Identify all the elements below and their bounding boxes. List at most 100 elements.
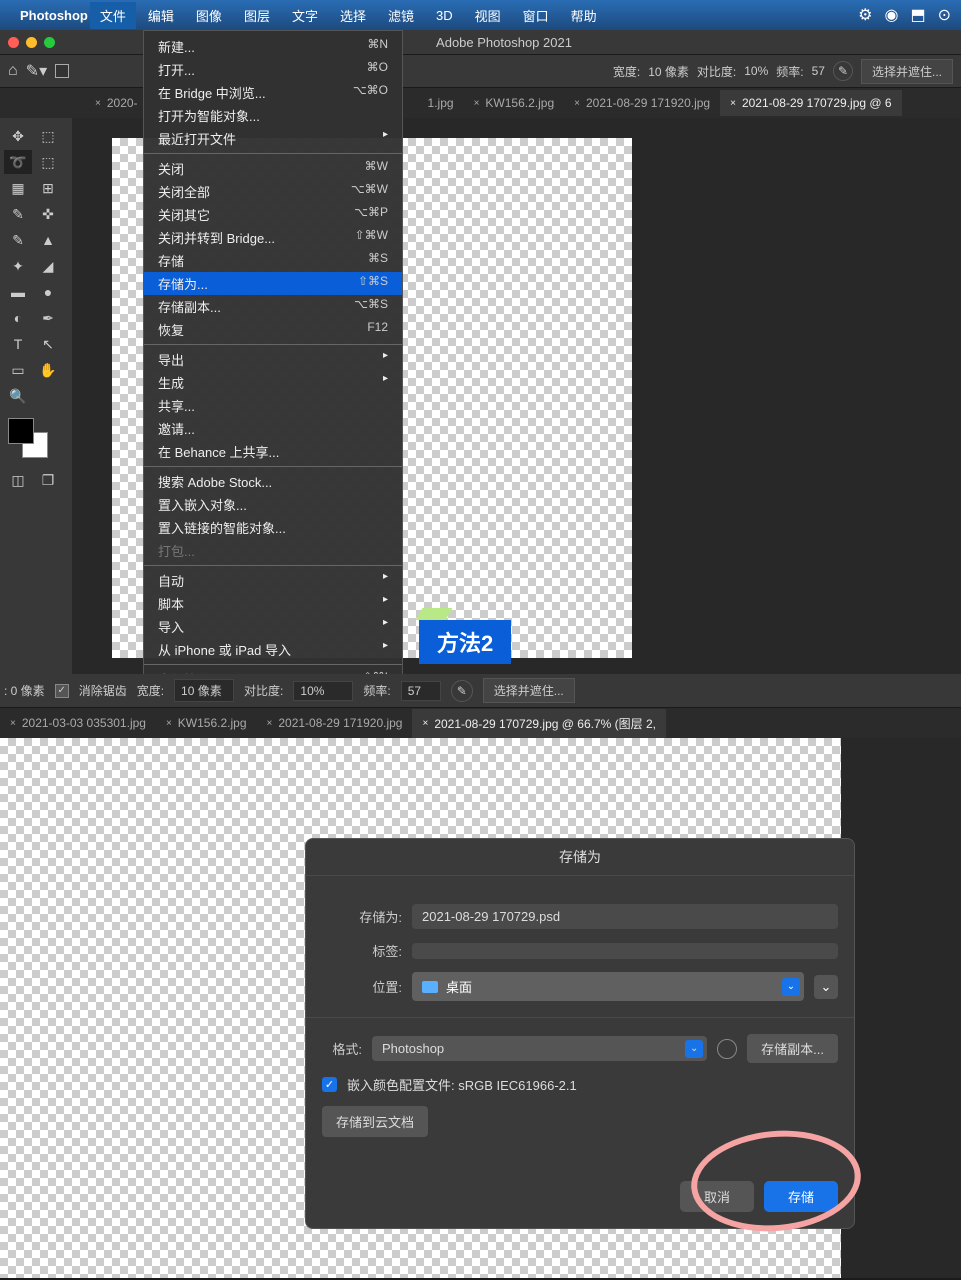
- menu-smartobj[interactable]: 打开为智能对象...: [144, 104, 402, 127]
- dropdown-icon[interactable]: ⌄: [782, 978, 800, 996]
- freq-input[interactable]: 57: [401, 681, 441, 701]
- menu-revert[interactable]: 恢复F12: [144, 318, 402, 341]
- menu-open[interactable]: 打开...⌘O: [144, 58, 402, 81]
- cloud-save-button[interactable]: 存储到云文档: [322, 1106, 428, 1137]
- menu-closebridge[interactable]: 关闭并转到 Bridge...⇧⌘W: [144, 226, 402, 249]
- menu-layer[interactable]: 图层: [234, 2, 280, 29]
- contrast-input[interactable]: 10%: [293, 681, 353, 701]
- menu-closeother[interactable]: 关闭其它⌥⌘P: [144, 203, 402, 226]
- tab-doc-active[interactable]: ×2021-08-29 170729.jpg @ 66.7% (图层 2,: [412, 709, 666, 738]
- canvas-2[interactable]: 存储为 存储为: 2021-08-29 170729.psd 标签: 位置: 桌…: [0, 738, 841, 1278]
- menu-placelink[interactable]: 置入链接的智能对象...: [144, 516, 402, 539]
- menu-savecopy[interactable]: 存储副本...⌥⌘S: [144, 295, 402, 318]
- menu-scripts[interactable]: 脚本: [144, 592, 402, 615]
- tab-doc[interactable]: ×KW156.2.jpg: [156, 710, 257, 736]
- history-brush-icon[interactable]: ✦: [4, 254, 32, 278]
- brush-tool-icon[interactable]: ✎: [4, 228, 32, 252]
- menu-filter[interactable]: 滤镜: [378, 2, 424, 29]
- blur-tool-icon[interactable]: ●: [34, 280, 62, 304]
- app-name[interactable]: Photoshop: [20, 8, 88, 23]
- sync-icon[interactable]: ◉: [885, 5, 899, 25]
- menu-generate[interactable]: 生成: [144, 371, 402, 394]
- screenmode-icon[interactable]: ❐: [34, 468, 62, 492]
- menu-saveas[interactable]: 存储为...⇧⌘S: [144, 272, 402, 295]
- contrast-value[interactable]: 10%: [744, 64, 768, 78]
- menu-bridge[interactable]: 在 Bridge 中浏览...⌥⌘O: [144, 81, 402, 104]
- tab-doc[interactable]: ×2021-08-29 171920.jpg: [257, 710, 413, 736]
- pen-pressure-icon[interactable]: ✎: [451, 680, 473, 702]
- color-swatch[interactable]: [8, 418, 48, 458]
- location-select[interactable]: 桌面 ⌄: [412, 972, 804, 1001]
- menu-stock[interactable]: 搜索 Adobe Stock...: [144, 470, 402, 493]
- menu-close[interactable]: 关闭⌘W: [144, 157, 402, 180]
- heal-tool-icon[interactable]: ✜: [34, 202, 62, 226]
- dodge-tool-icon[interactable]: ◐: [4, 306, 32, 330]
- close-window-icon[interactable]: [8, 37, 19, 48]
- menu-behance[interactable]: 在 Behance 上共享...: [144, 440, 402, 463]
- maximize-window-icon[interactable]: [44, 37, 55, 48]
- cancel-button[interactable]: 取消: [680, 1181, 754, 1212]
- save-copy-button[interactable]: 存储副本...: [747, 1034, 838, 1063]
- shape-tool-icon[interactable]: ▭: [4, 358, 32, 382]
- lasso-tool-icon[interactable]: ➰: [4, 150, 32, 174]
- stamp-tool-icon[interactable]: ▲: [34, 228, 62, 252]
- antialias-checkbox[interactable]: ✓: [55, 684, 69, 698]
- select-mask-button[interactable]: 选择并遮住...: [483, 678, 575, 703]
- tags-input[interactable]: [412, 943, 838, 959]
- marquee-tool-icon[interactable]: ⬚: [34, 124, 62, 148]
- pen-tool-icon[interactable]: ✒: [34, 306, 62, 330]
- tool-preset-icon[interactable]: ✎▾: [26, 61, 47, 81]
- zoom-tool-icon[interactable]: 🔍: [4, 384, 32, 408]
- path-tool-icon[interactable]: ↖: [34, 332, 62, 356]
- menu-closeall[interactable]: 关闭全部⌥⌘W: [144, 180, 402, 203]
- tab-doc[interactable]: 1.jpg: [418, 90, 464, 116]
- menu-save[interactable]: 存储⌘S: [144, 249, 402, 272]
- home-icon[interactable]: ⌂: [8, 62, 18, 80]
- menu-view[interactable]: 视图: [465, 2, 511, 29]
- menu-invite[interactable]: 邀请...: [144, 417, 402, 440]
- eyedropper-tool-icon[interactable]: ✎: [4, 202, 32, 226]
- menu-help[interactable]: 帮助: [561, 2, 607, 29]
- menu-auto[interactable]: 自动: [144, 569, 402, 592]
- wand-tool-icon[interactable]: ⬚: [34, 150, 62, 174]
- tab-doc[interactable]: ×2021-08-29 171920.jpg: [564, 90, 720, 116]
- save-button[interactable]: 存储: [764, 1181, 838, 1212]
- menu-iphone[interactable]: 从 iPhone 或 iPad 导入: [144, 638, 402, 661]
- width-value[interactable]: 10 像素: [648, 63, 689, 80]
- menu-import[interactable]: 导入: [144, 615, 402, 638]
- fg-color[interactable]: [8, 418, 34, 444]
- menu-share[interactable]: 共享...: [144, 394, 402, 417]
- menu-text[interactable]: 文字: [282, 2, 328, 29]
- selection-mode-icon[interactable]: [55, 64, 69, 78]
- search-icon[interactable]: ⊙: [938, 5, 951, 25]
- menu-window[interactable]: 窗口: [513, 2, 559, 29]
- menu-file[interactable]: 文件: [90, 2, 136, 29]
- tab-doc[interactable]: ×2020-: [85, 90, 148, 116]
- frame-tool-icon[interactable]: ⊞: [34, 176, 62, 200]
- menu-new[interactable]: 新建...⌘N: [144, 35, 402, 58]
- menu-select[interactable]: 选择: [330, 2, 376, 29]
- gradient-tool-icon[interactable]: ▬: [4, 280, 32, 304]
- format-select[interactable]: Photoshop ⌄: [372, 1036, 707, 1061]
- embed-checkbox[interactable]: ✓: [322, 1077, 337, 1092]
- menu-image[interactable]: 图像: [186, 2, 232, 29]
- width-input[interactable]: 10 像素: [174, 679, 234, 702]
- expand-button[interactable]: ⌄: [814, 975, 838, 999]
- hand-tool-icon[interactable]: ✋: [34, 358, 62, 382]
- cc-icon[interactable]: ⚙: [858, 5, 872, 25]
- filename-input[interactable]: 2021-08-29 170729.psd: [412, 904, 838, 929]
- select-mask-button[interactable]: 选择并遮住...: [861, 59, 953, 84]
- quickmask-icon[interactable]: ◫: [4, 468, 32, 492]
- minimize-window-icon[interactable]: [26, 37, 37, 48]
- eraser-tool-icon[interactable]: ◢: [34, 254, 62, 278]
- tab-doc[interactable]: ×2021-03-03 035301.jpg: [0, 710, 156, 736]
- pen-pressure-icon[interactable]: ✎: [833, 61, 853, 81]
- arrange-icon[interactable]: ⬒: [910, 5, 925, 25]
- move-tool-icon[interactable]: ✥: [4, 124, 32, 148]
- tab-doc[interactable]: ×KW156.2.jpg: [464, 90, 565, 116]
- menu-3d[interactable]: 3D: [426, 4, 463, 27]
- menu-placeembed[interactable]: 置入嵌入对象...: [144, 493, 402, 516]
- menu-recent[interactable]: 最近打开文件: [144, 127, 402, 150]
- menu-edit[interactable]: 编辑: [138, 2, 184, 29]
- dropdown-icon[interactable]: ⌄: [685, 1040, 703, 1058]
